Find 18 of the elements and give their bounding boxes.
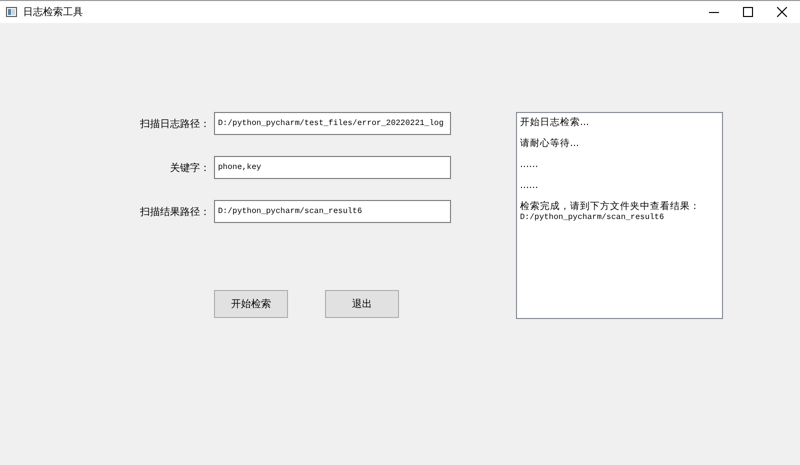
close-icon [777, 7, 787, 17]
output-line: 开始日志检索... [520, 116, 590, 129]
input-field[interactable]: phone,key [214, 156, 451, 179]
output-line: ...... [520, 158, 540, 171]
input-field[interactable]: D:/python_pycharm/test_files/error_20220221_log [214, 112, 451, 135]
app-icon [6, 7, 17, 17]
maximize-icon [743, 7, 753, 17]
output-line: 请耐心等待... [520, 137, 580, 150]
window-title: 日志检索工具 [23, 6, 83, 19]
input-field[interactable]: D:/python_pycharm/scan_result6 [214, 200, 451, 223]
output-line: ...... [520, 179, 540, 192]
field-label: 关键字： [169, 162, 211, 174]
field-label: 扫描结果路径： [139, 206, 211, 218]
start-button[interactable]: 开始检索 [214, 290, 288, 318]
field-label: 扫描日志路径： [139, 118, 211, 130]
exit-button[interactable]: 退出 [325, 290, 399, 318]
output-line: D:/python_pycharm/scan_result6 [520, 213, 666, 223]
output-line: 检索完成，请到下方文件夹中查看结果： [520, 200, 701, 213]
